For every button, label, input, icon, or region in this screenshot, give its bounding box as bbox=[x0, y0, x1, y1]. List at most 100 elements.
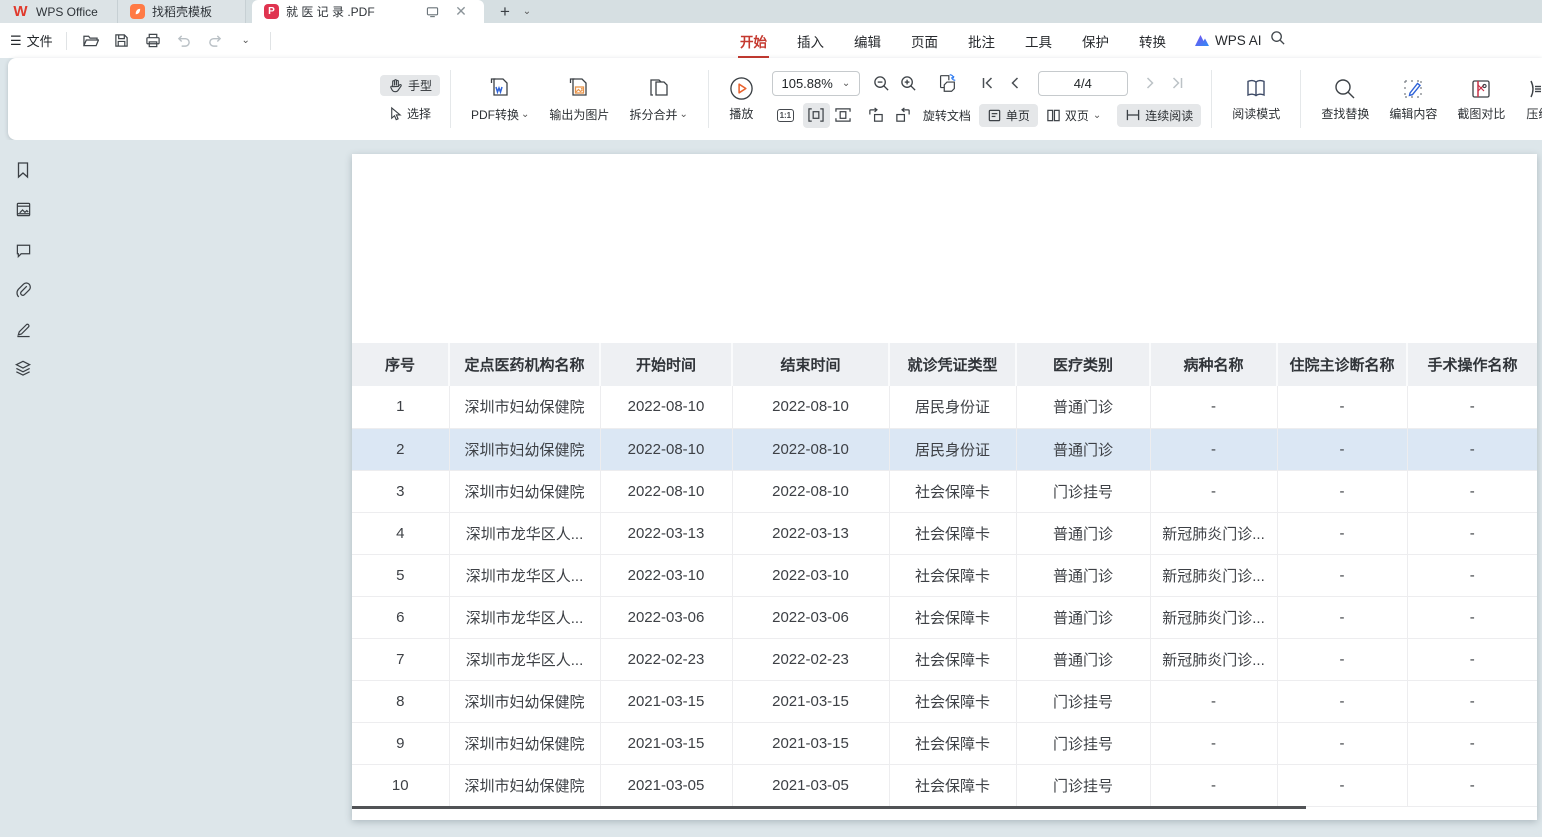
table-cell: 2021-03-15 bbox=[600, 680, 732, 722]
open-folder-icon[interactable] bbox=[80, 30, 102, 52]
table-cell: 5 bbox=[352, 554, 449, 596]
fit-width-button[interactable] bbox=[803, 103, 830, 128]
table-cell: - bbox=[1407, 722, 1537, 764]
hand-tool-label: 手型 bbox=[408, 77, 432, 94]
last-page-button[interactable] bbox=[1164, 71, 1191, 96]
reflow-page-button[interactable] bbox=[934, 71, 961, 96]
find-replace-button[interactable]: 查找替换 bbox=[1311, 77, 1379, 122]
ribbon-tabs: 开始 插入 编辑 页面 批注 工具 保护 转换 WPS AI bbox=[738, 23, 1262, 58]
bookmark-panel-icon[interactable] bbox=[13, 160, 33, 180]
compress-button[interactable]: 压缩 bbox=[1515, 77, 1542, 122]
chevron-down-icon: ⌄ bbox=[679, 109, 687, 120]
page-indicator-input[interactable]: 4/4 bbox=[1038, 71, 1128, 96]
tab-tools[interactable]: 工具 bbox=[1023, 31, 1054, 51]
tab-wps-home[interactable]: W WPS Office bbox=[0, 0, 118, 23]
table-cell: 社会保障卡 bbox=[889, 596, 1016, 638]
screenshot-compare-button[interactable]: 截图对比 bbox=[1447, 77, 1515, 122]
export-image-button[interactable]: 输出为图片 bbox=[539, 76, 619, 123]
fit-page-button[interactable] bbox=[830, 103, 857, 128]
quickbar-chevron-icon[interactable]: ⌄ bbox=[235, 30, 257, 52]
pdf-page[interactable]: 序号定点医药机构名称开始时间结束时间就诊凭证类型医疗类别病种名称住院主诊断名称手… bbox=[352, 154, 1537, 820]
zoom-in-button[interactable] bbox=[895, 71, 922, 96]
chevron-down-icon: ⌄ bbox=[1093, 110, 1101, 121]
double-page-button[interactable]: 双页 ⌄ bbox=[1038, 104, 1109, 127]
tab-docer-templates[interactable]: 找稻壳模板 bbox=[118, 0, 246, 23]
tab-comment[interactable]: 批注 bbox=[966, 31, 997, 51]
tab-page[interactable]: 页面 bbox=[909, 31, 940, 51]
table-cell: 普通门诊 bbox=[1016, 596, 1150, 638]
table-cell: 2022-08-10 bbox=[600, 386, 732, 428]
signature-panel-icon[interactable] bbox=[13, 319, 33, 339]
tab-document-active[interactable]: P 就 医 记 录 .PDF ✕ bbox=[252, 0, 484, 23]
redo-icon[interactable] bbox=[204, 30, 226, 52]
table-cell: 门诊挂号 bbox=[1016, 764, 1150, 806]
save-icon[interactable] bbox=[111, 30, 133, 52]
next-page-button[interactable] bbox=[1137, 71, 1164, 96]
fit-width-icon bbox=[807, 107, 825, 123]
table-cell: 社会保障卡 bbox=[889, 764, 1016, 806]
table-cell: 深圳市妇幼保健院 bbox=[449, 764, 600, 806]
split-merge-button[interactable]: 拆分合并⌄ bbox=[619, 76, 697, 123]
wps-ai-button[interactable]: WPS AI bbox=[1194, 33, 1262, 48]
zoom-out-button[interactable] bbox=[868, 71, 895, 96]
actual-size-button[interactable]: 1:1 bbox=[772, 103, 799, 128]
table-cell: 新冠肺炎门诊... bbox=[1150, 554, 1277, 596]
tab-convert[interactable]: 转换 bbox=[1137, 31, 1168, 51]
table-header-cell: 住院主诊断名称 bbox=[1277, 343, 1407, 386]
table-cell: 门诊挂号 bbox=[1016, 680, 1150, 722]
table-cell: - bbox=[1277, 680, 1407, 722]
zoom-level-select[interactable]: 105.88% ⌄ bbox=[772, 71, 860, 96]
pdf-convert-button[interactable]: PDF转换⌄ bbox=[461, 76, 539, 123]
ribbon-search-icon[interactable] bbox=[1270, 30, 1286, 46]
print-icon[interactable] bbox=[142, 30, 164, 52]
rotate-left-button[interactable] bbox=[863, 103, 890, 128]
tab-edit[interactable]: 编辑 bbox=[852, 31, 883, 51]
new-tab-button[interactable]: + bbox=[494, 0, 516, 23]
screenshot-compare-label: 截图对比 bbox=[1457, 105, 1505, 122]
prev-page-button[interactable] bbox=[1002, 71, 1029, 96]
tab-list-chevron-icon[interactable]: ⌄ bbox=[516, 0, 538, 23]
thumbnails-panel-icon[interactable] bbox=[13, 199, 33, 219]
first-page-button[interactable] bbox=[975, 71, 1002, 96]
hand-tool-button[interactable]: 手型 bbox=[380, 75, 440, 96]
table-cell: 2021-03-15 bbox=[732, 680, 889, 722]
divider bbox=[66, 32, 67, 50]
table-cell: 普通门诊 bbox=[1016, 428, 1150, 470]
continuous-read-button[interactable]: 连续阅读 bbox=[1117, 104, 1201, 127]
comment-panel-icon[interactable] bbox=[13, 240, 33, 260]
double-page-icon bbox=[1046, 108, 1061, 123]
tab-protect[interactable]: 保护 bbox=[1080, 31, 1111, 51]
rotate-right-button[interactable] bbox=[890, 103, 917, 128]
table-header-cell: 手术操作名称 bbox=[1407, 343, 1537, 386]
rotate-doc-button[interactable]: 旋转文档 bbox=[923, 107, 971, 124]
tab-insert[interactable]: 插入 bbox=[795, 31, 826, 51]
monitor-icon[interactable] bbox=[421, 6, 443, 18]
select-tool-button[interactable]: 选择 bbox=[380, 103, 440, 124]
play-button[interactable]: 播放 bbox=[719, 76, 764, 122]
table-cell: - bbox=[1407, 554, 1537, 596]
hand-icon bbox=[388, 78, 403, 93]
table-cell: 社会保障卡 bbox=[889, 554, 1016, 596]
reading-mode-button[interactable]: 阅读模式 bbox=[1222, 77, 1290, 122]
divider bbox=[708, 70, 709, 128]
single-page-button[interactable]: 单页 bbox=[979, 104, 1038, 127]
table-cell: 普通门诊 bbox=[1016, 512, 1150, 554]
layers-panel-icon[interactable] bbox=[13, 358, 33, 378]
table-header-cell: 序号 bbox=[352, 343, 449, 386]
divider bbox=[1300, 70, 1301, 128]
table-cell: 社会保障卡 bbox=[889, 680, 1016, 722]
table-cell: - bbox=[1407, 428, 1537, 470]
select-tool-label: 选择 bbox=[407, 105, 431, 122]
docer-logo-icon bbox=[130, 4, 145, 19]
file-menu-button[interactable]: ☰ 文件 bbox=[10, 31, 53, 50]
table-cell: 2022-08-10 bbox=[732, 470, 889, 512]
attachment-panel-icon[interactable] bbox=[13, 280, 33, 300]
tab-home[interactable]: 开始 bbox=[738, 31, 769, 51]
menu-bar: ☰ 文件 ⌄ 开始 插入 编辑 页面 批注 工具 保护 转换 WP bbox=[0, 23, 1542, 58]
table-cell: 普通门诊 bbox=[1016, 554, 1150, 596]
edit-content-button[interactable]: 编辑内容 bbox=[1379, 77, 1447, 122]
close-icon[interactable]: ✕ bbox=[450, 3, 472, 20]
table-cell: 1 bbox=[352, 386, 449, 428]
undo-icon[interactable] bbox=[173, 30, 195, 52]
pdf-file-icon: P bbox=[264, 4, 279, 19]
